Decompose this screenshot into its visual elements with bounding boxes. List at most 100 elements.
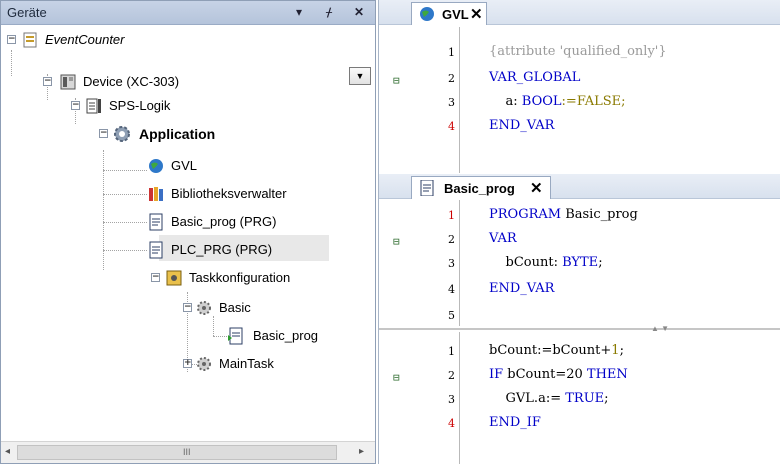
program-page-icon: [149, 213, 163, 231]
tree-item-label: Bibliotheksverwalter: [171, 186, 287, 201]
panel-menu-dropdown-icon[interactable]: ▾: [291, 4, 307, 20]
code-text: END_IF: [489, 415, 541, 430]
tab-label: GVL: [442, 7, 469, 22]
tree-item-label: Device (XC-303): [83, 74, 180, 89]
line-number: 2: [448, 233, 455, 246]
gvl-globe-icon: [420, 7, 434, 21]
tree-item-label: GVL: [171, 158, 198, 173]
implementation-editor[interactable]: 1 bCount:=bCount+1; ⊟ 2 IF bCount=20 THE…: [379, 332, 780, 464]
line-number: 3: [448, 96, 455, 109]
code-line[interactable]: 4 END_VAR: [379, 278, 780, 300]
tree-item-application[interactable]: − Application: [1, 122, 341, 146]
collapse-icon[interactable]: −: [7, 35, 16, 44]
devices-panel-header: Geräte ▾ ᚋ ✕: [1, 1, 375, 25]
collapse-icon[interactable]: −: [71, 101, 80, 110]
tree-item-gvl[interactable]: GVL: [1, 154, 341, 178]
library-books-icon: [149, 187, 163, 201]
project-icon: [23, 32, 37, 48]
tree-item-taskkonfiguration[interactable]: − Taskkonfiguration: [1, 266, 341, 290]
code-line[interactable]: ⊟ 2 VAR: [379, 228, 780, 250]
close-panel-icon[interactable]: ✕: [351, 4, 367, 20]
close-tab-icon[interactable]: ✕: [530, 179, 543, 197]
gvl-code-editor[interactable]: 1 {attribute 'qualified_only'} ⊟ 2 VAR_G…: [379, 27, 780, 173]
line-number: 2: [448, 369, 455, 382]
code-text: VAR: [489, 231, 517, 246]
line-number: 1: [448, 345, 455, 358]
fold-collapse-icon[interactable]: ⊟: [393, 235, 400, 248]
editor-splitter[interactable]: [379, 328, 780, 330]
tree-item-bibliotheksverwalter[interactable]: Bibliotheksverwalter: [1, 182, 341, 206]
code-token: BYTE: [562, 255, 599, 270]
tree-item-label: Basic: [219, 300, 251, 315]
gvl-tabstrip: GVL ✕: [379, 0, 780, 25]
device-tree: − EventCounter ▼ − Device (XC-303) − SPS…: [1, 26, 375, 438]
pin-icon[interactable]: ᚋ: [321, 4, 337, 20]
collapse-icon[interactable]: −: [43, 77, 52, 86]
code-line[interactable]: ⊟ 2 VAR_GLOBAL: [379, 67, 780, 89]
line-number: 5: [448, 309, 455, 322]
code-line[interactable]: ⊟ 2 IF bCount=20 THEN: [379, 364, 780, 386]
expand-icon[interactable]: +: [183, 359, 192, 368]
collapse-icon[interactable]: −: [99, 129, 108, 138]
code-text: bCount: BYTE;: [489, 255, 603, 270]
code-line[interactable]: 1 PROGRAM Basic_prog: [379, 204, 780, 226]
tab-gvl[interactable]: GVL ✕: [411, 2, 487, 25]
code-text: {attribute 'qualified_only'}: [489, 44, 667, 59]
code-line[interactable]: 1 {attribute 'qualified_only'}: [379, 41, 780, 63]
code-line[interactable]: 3 GVL.a:= TRUE;: [379, 388, 780, 410]
program-page-icon: [149, 241, 163, 259]
line-number: 4: [448, 417, 455, 430]
tree-item-plc-prg[interactable]: PLC_PRG (PRG): [1, 238, 341, 262]
code-text: END_VAR: [489, 118, 555, 133]
line-number: 3: [448, 257, 455, 270]
plc-logic-icon: [86, 98, 101, 114]
tab-basic-prog[interactable]: Basic_prog ✕: [411, 176, 551, 199]
scroll-right-arrow-icon[interactable]: ▸: [359, 446, 364, 457]
program-call-icon: [228, 327, 243, 345]
program-page-icon: [420, 180, 434, 196]
line-number: 1: [448, 46, 455, 59]
code-text: IF bCount=20 THEN: [489, 367, 628, 382]
tree-item-label: PLC_PRG (PRG): [171, 242, 273, 257]
fold-collapse-icon[interactable]: ⊟: [393, 371, 400, 384]
tree-item-maintask[interactable]: + MainTask: [1, 352, 341, 376]
code-token: PROGRAM: [489, 207, 562, 222]
code-line[interactable]: 4 END_VAR: [379, 115, 780, 137]
tree-item-eventcounter[interactable]: − EventCounter: [1, 28, 341, 52]
line-number: 3: [448, 393, 455, 406]
task-icon: [197, 357, 211, 371]
gvl-globe-icon: [149, 159, 163, 173]
tree-item-sps-logik[interactable]: − SPS-Logik: [1, 94, 341, 118]
horizontal-scrollbar[interactable]: ◂ III ▸: [1, 441, 375, 463]
tree-item-label: Application: [139, 126, 216, 142]
tree-item-device[interactable]: − Device (XC-303): [1, 70, 341, 94]
scrollbar-thumb[interactable]: III: [17, 445, 337, 460]
fold-collapse-icon[interactable]: ⊟: [393, 74, 400, 87]
tree-item-basic-prog-call[interactable]: Basic_prog: [1, 324, 341, 348]
close-tab-icon[interactable]: ✕: [470, 5, 483, 23]
code-token: bCount:: [489, 255, 563, 270]
code-token: BOOL: [521, 94, 562, 109]
tree-item-basic-task[interactable]: − Basic: [1, 296, 341, 320]
declaration-editor[interactable]: 1 PROGRAM Basic_prog ⊟ 2 VAR 3 bCount: B…: [379, 200, 780, 326]
line-number: 1: [448, 209, 455, 222]
code-token: a:: [489, 94, 522, 109]
code-text: a: BOOL:=FALSE;: [489, 94, 626, 109]
code-token: bCount:=bCount+: [489, 343, 612, 358]
tree-item-label: MainTask: [219, 356, 274, 371]
collapse-icon[interactable]: −: [151, 273, 160, 282]
code-line[interactable]: 1 bCount:=bCount+1;: [379, 340, 780, 362]
tree-combo-dropdown-button[interactable]: ▼: [349, 67, 371, 85]
code-line[interactable]: 3 a: BOOL:=FALSE;: [379, 91, 780, 113]
code-token: ;: [619, 343, 624, 358]
code-text: END_VAR: [489, 281, 555, 296]
line-number: 4: [448, 120, 455, 133]
tree-item-basic-prog[interactable]: Basic_prog (PRG): [1, 210, 341, 234]
code-line[interactable]: 4 END_IF: [379, 412, 780, 434]
scroll-left-arrow-icon[interactable]: ◂: [5, 446, 10, 457]
code-line[interactable]: 3 bCount: BYTE;: [379, 252, 780, 274]
collapse-icon[interactable]: −: [183, 303, 192, 312]
code-line[interactable]: 5: [379, 304, 780, 326]
code-token: TRUE: [565, 391, 605, 406]
tab-label: Basic_prog: [444, 181, 515, 196]
